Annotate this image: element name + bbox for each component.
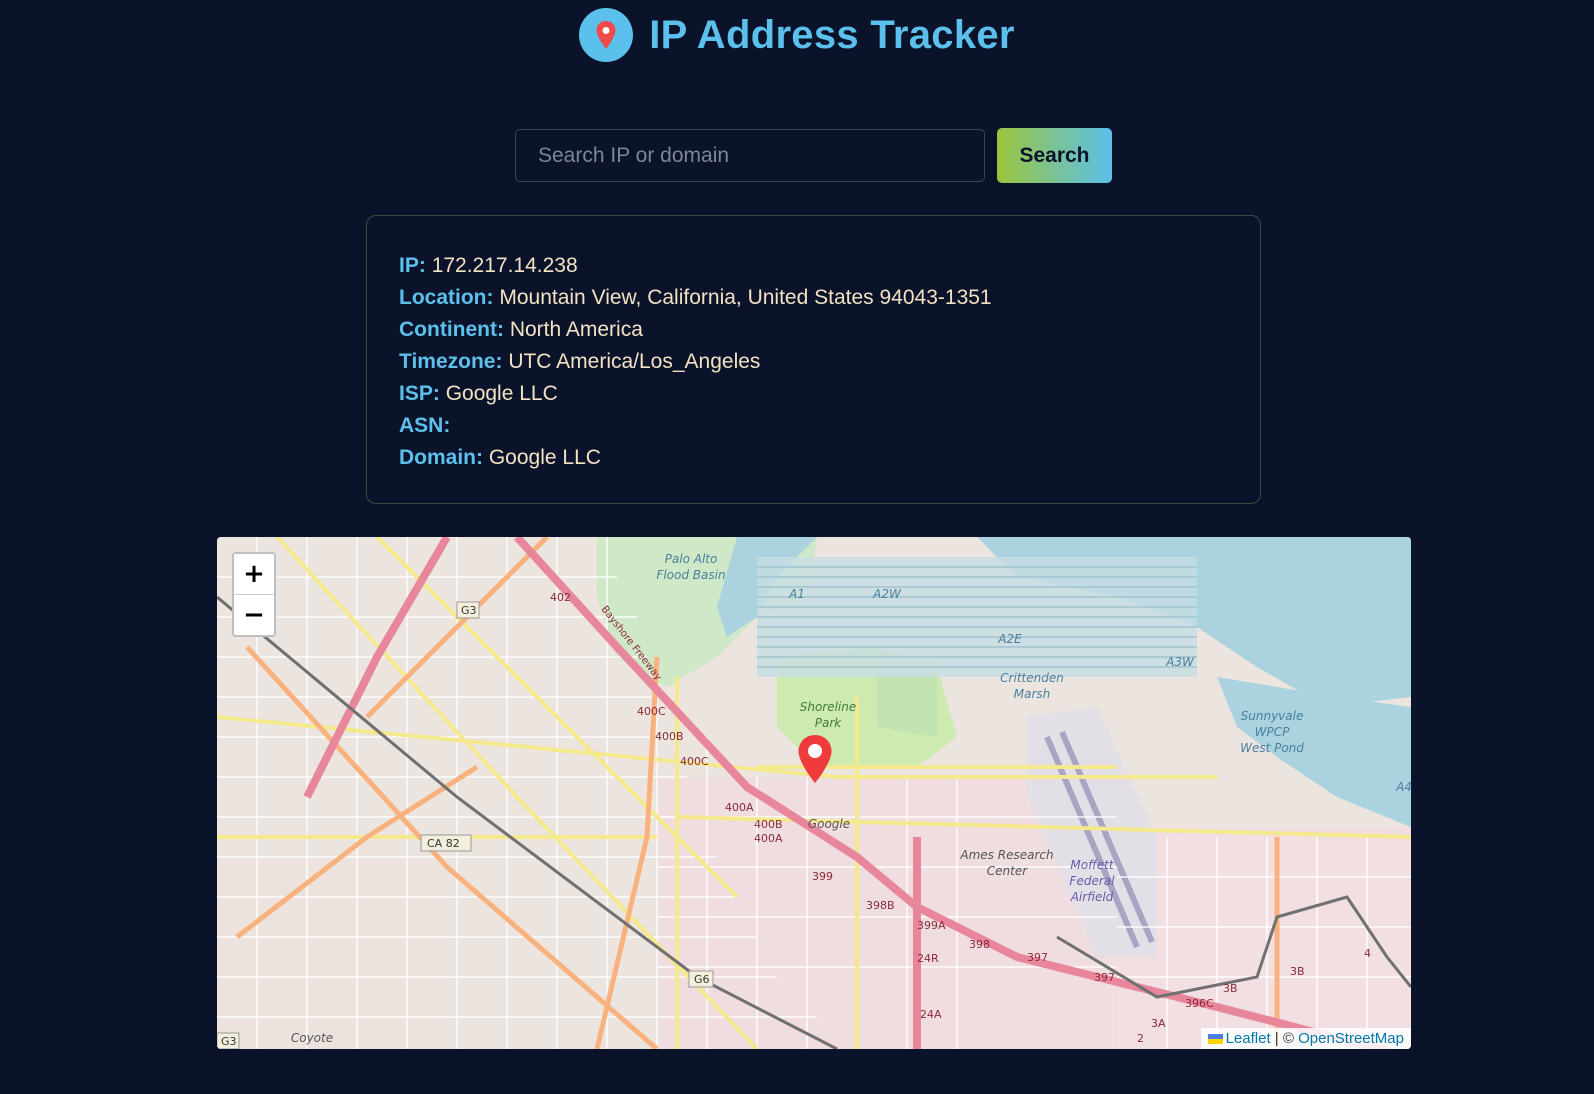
info-value: Google LLC	[488, 446, 601, 469]
map-label: Crittenden	[1000, 671, 1064, 685]
map-label: 397	[1027, 951, 1048, 964]
info-row-asn: ASN:	[399, 410, 1228, 442]
map-label: 24A	[920, 1008, 942, 1021]
info-row-domain: Domain: Google LLC	[399, 442, 1228, 474]
map-label: Moffett	[1070, 858, 1114, 872]
map-label: A2W	[872, 587, 902, 601]
map-label: 2	[1137, 1032, 1144, 1045]
map-label: 399	[812, 870, 833, 883]
zoom-in-button[interactable]: +	[234, 554, 274, 594]
map-pin-icon	[579, 8, 634, 62]
info-row-timezone: Timezone: UTC America/Los_Angeles	[399, 346, 1228, 378]
map-label: Shoreline	[800, 700, 857, 714]
map-label: G3	[461, 604, 477, 617]
map-label: 24R	[917, 952, 939, 965]
map-label: A3W	[1165, 655, 1195, 669]
attribution-separator: | ©	[1270, 1030, 1299, 1047]
map-label: Sunnyvale	[1241, 709, 1304, 723]
map-label: Marsh	[1014, 687, 1051, 701]
info-label: ISP:	[399, 382, 440, 405]
search-bar: Search	[515, 128, 1112, 183]
map-label: 400A	[725, 801, 754, 814]
location-marker-icon[interactable]	[797, 734, 833, 789]
map-label: 398	[969, 938, 990, 951]
map-tiles[interactable]: Palo Alto Flood Basin A1 A2W A2E A3W A4 …	[217, 537, 1411, 1049]
map-attribution: Leaflet | © OpenStreetMap	[1200, 1028, 1411, 1049]
map-label: Center	[987, 864, 1028, 878]
map-label: A1	[788, 587, 805, 601]
map-label: Palo Alto	[665, 552, 718, 566]
map-label: Coyote	[291, 1031, 333, 1045]
info-label: Timezone:	[399, 350, 503, 373]
info-label: Location:	[399, 286, 494, 309]
info-value: Mountain View, California, United States…	[499, 286, 992, 309]
map-view[interactable]: Palo Alto Flood Basin A1 A2W A2E A3W A4 …	[217, 537, 1411, 1049]
map-label: 400B	[754, 818, 783, 831]
map-label: Park	[815, 716, 843, 730]
info-row-location: Location: Mountain View, California, Uni…	[399, 282, 1228, 314]
map-label: 396C	[1185, 997, 1214, 1010]
map-label: A2E	[997, 632, 1022, 646]
ukraine-flag-icon	[1207, 1034, 1223, 1045]
map-label: WPCP	[1255, 725, 1290, 739]
map-label: 400A	[754, 832, 783, 845]
info-value: 172.217.14.238	[431, 254, 578, 277]
map-label: Airfield	[1070, 890, 1114, 904]
info-label: IP:	[399, 254, 426, 277]
map-label: West Pond	[1240, 741, 1304, 755]
map-label: 402	[550, 591, 571, 604]
openstreetmap-link[interactable]: OpenStreetMap	[1298, 1030, 1404, 1047]
map-label: CA 82	[427, 837, 460, 850]
map-label: 400B	[655, 730, 684, 743]
map-label: Google	[808, 817, 850, 831]
info-label: Continent:	[399, 318, 504, 341]
search-button[interactable]: Search	[997, 128, 1112, 183]
map-label: Ames Research	[959, 848, 1053, 862]
map-label: 3A	[1151, 1017, 1166, 1030]
map-label: 397	[1094, 971, 1115, 984]
map-label: 3B	[1290, 965, 1305, 978]
zoom-control: + −	[232, 552, 276, 637]
info-row-isp: ISP: Google LLC	[399, 378, 1228, 410]
map-label: G6	[694, 973, 710, 986]
zoom-out-button[interactable]: −	[234, 594, 274, 635]
info-value: North America	[509, 318, 643, 341]
map-label: 399A	[917, 919, 946, 932]
map-label: 4	[1364, 947, 1371, 960]
info-label: ASN:	[399, 414, 451, 437]
page-title: IP Address Tracker	[649, 12, 1015, 57]
ip-info-card: IP: 172.217.14.238 Location: Mountain Vi…	[366, 215, 1261, 504]
map-label: 3B	[1223, 982, 1238, 995]
map-label: 400C	[680, 755, 709, 768]
map-label: 400C	[637, 705, 666, 718]
map-label: Flood Basin	[656, 568, 725, 582]
map-label: A4	[1395, 780, 1411, 794]
map-label: 398B	[866, 899, 895, 912]
info-label: Domain:	[399, 446, 483, 469]
info-value: UTC America/Los_Angeles	[508, 350, 761, 373]
map-label: Federal	[1070, 874, 1116, 888]
app-header: IP Address Tracker	[0, 8, 1594, 62]
map-label: G3	[221, 1035, 237, 1048]
info-row-continent: Continent: North America	[399, 314, 1228, 346]
info-row-ip: IP: 172.217.14.238	[399, 250, 1228, 282]
info-value: Google LLC	[445, 382, 558, 405]
leaflet-link[interactable]: Leaflet	[1226, 1030, 1271, 1047]
search-input[interactable]	[515, 129, 985, 182]
